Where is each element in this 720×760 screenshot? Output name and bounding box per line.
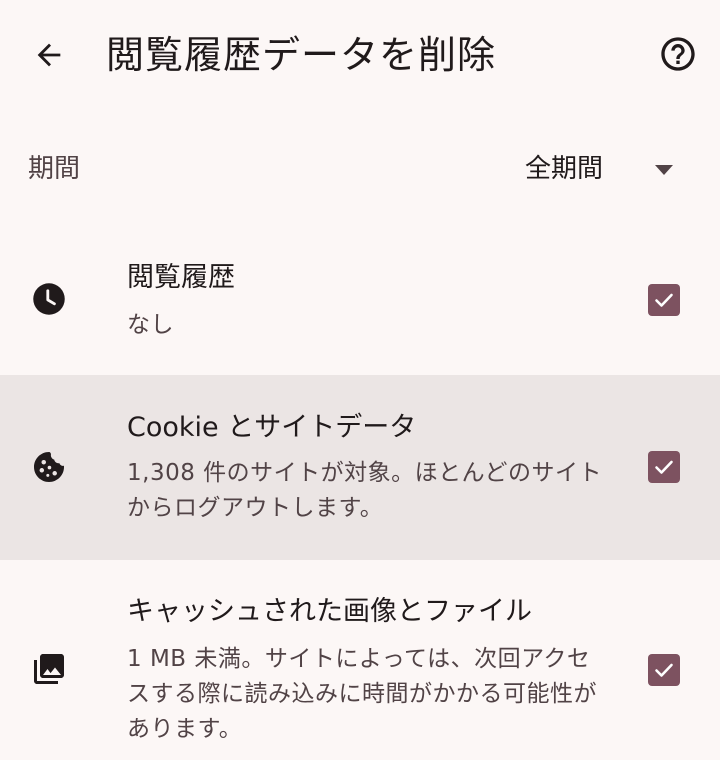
check-icon	[655, 460, 673, 474]
check-icon	[655, 293, 673, 307]
time-range-dropdown[interactable]: 全期間	[510, 142, 700, 196]
top-app-bar: 閲覧履歴データを削除	[0, 0, 720, 112]
time-range-value: 全期間	[525, 154, 604, 184]
option-title: Cookie とサイトデータ	[127, 412, 417, 443]
arrow-drop-down-icon	[655, 165, 673, 175]
help-button[interactable]	[653, 29, 703, 79]
time-range-label: 期間	[28, 154, 81, 184]
cookies-checkbox[interactable]	[648, 451, 680, 483]
help-circle-icon	[661, 37, 695, 71]
back-button[interactable]	[24, 30, 74, 80]
option-subtitle: 1 MB 未満。サイトによっては、次回アクセスする際に読み込みに時間がかかる可能…	[127, 646, 597, 742]
option-subtitle: なし	[127, 312, 174, 338]
page-title: 閲覧履歴データを削除	[106, 33, 497, 77]
option-title: キャッシュされた画像とファイル	[127, 596, 532, 627]
browsing-history-checkbox[interactable]	[648, 284, 680, 316]
check-icon	[655, 663, 673, 677]
clock-icon	[33, 283, 65, 315]
option-browsing-history[interactable]: 閲覧履歴 なし	[0, 232, 720, 372]
arrow-back-icon	[37, 43, 61, 67]
cookie-icon	[34, 452, 64, 482]
option-subtitle: 1,308 件のサイトが対象。ほとんどのサイトからログアウトします。	[127, 460, 602, 521]
photo-library-icon	[34, 654, 64, 684]
option-cache[interactable]: キャッシュされた画像とファイル 1 MB 未満。サイトによっては、次回アクセスす…	[0, 560, 720, 760]
time-range-row: 期間 全期間	[0, 140, 720, 200]
option-cookies[interactable]: Cookie とサイトデータ 1,308 件のサイトが対象。ほとんどのサイトから…	[0, 375, 720, 560]
cache-checkbox[interactable]	[648, 654, 680, 686]
option-title: 閲覧履歴	[127, 262, 235, 293]
